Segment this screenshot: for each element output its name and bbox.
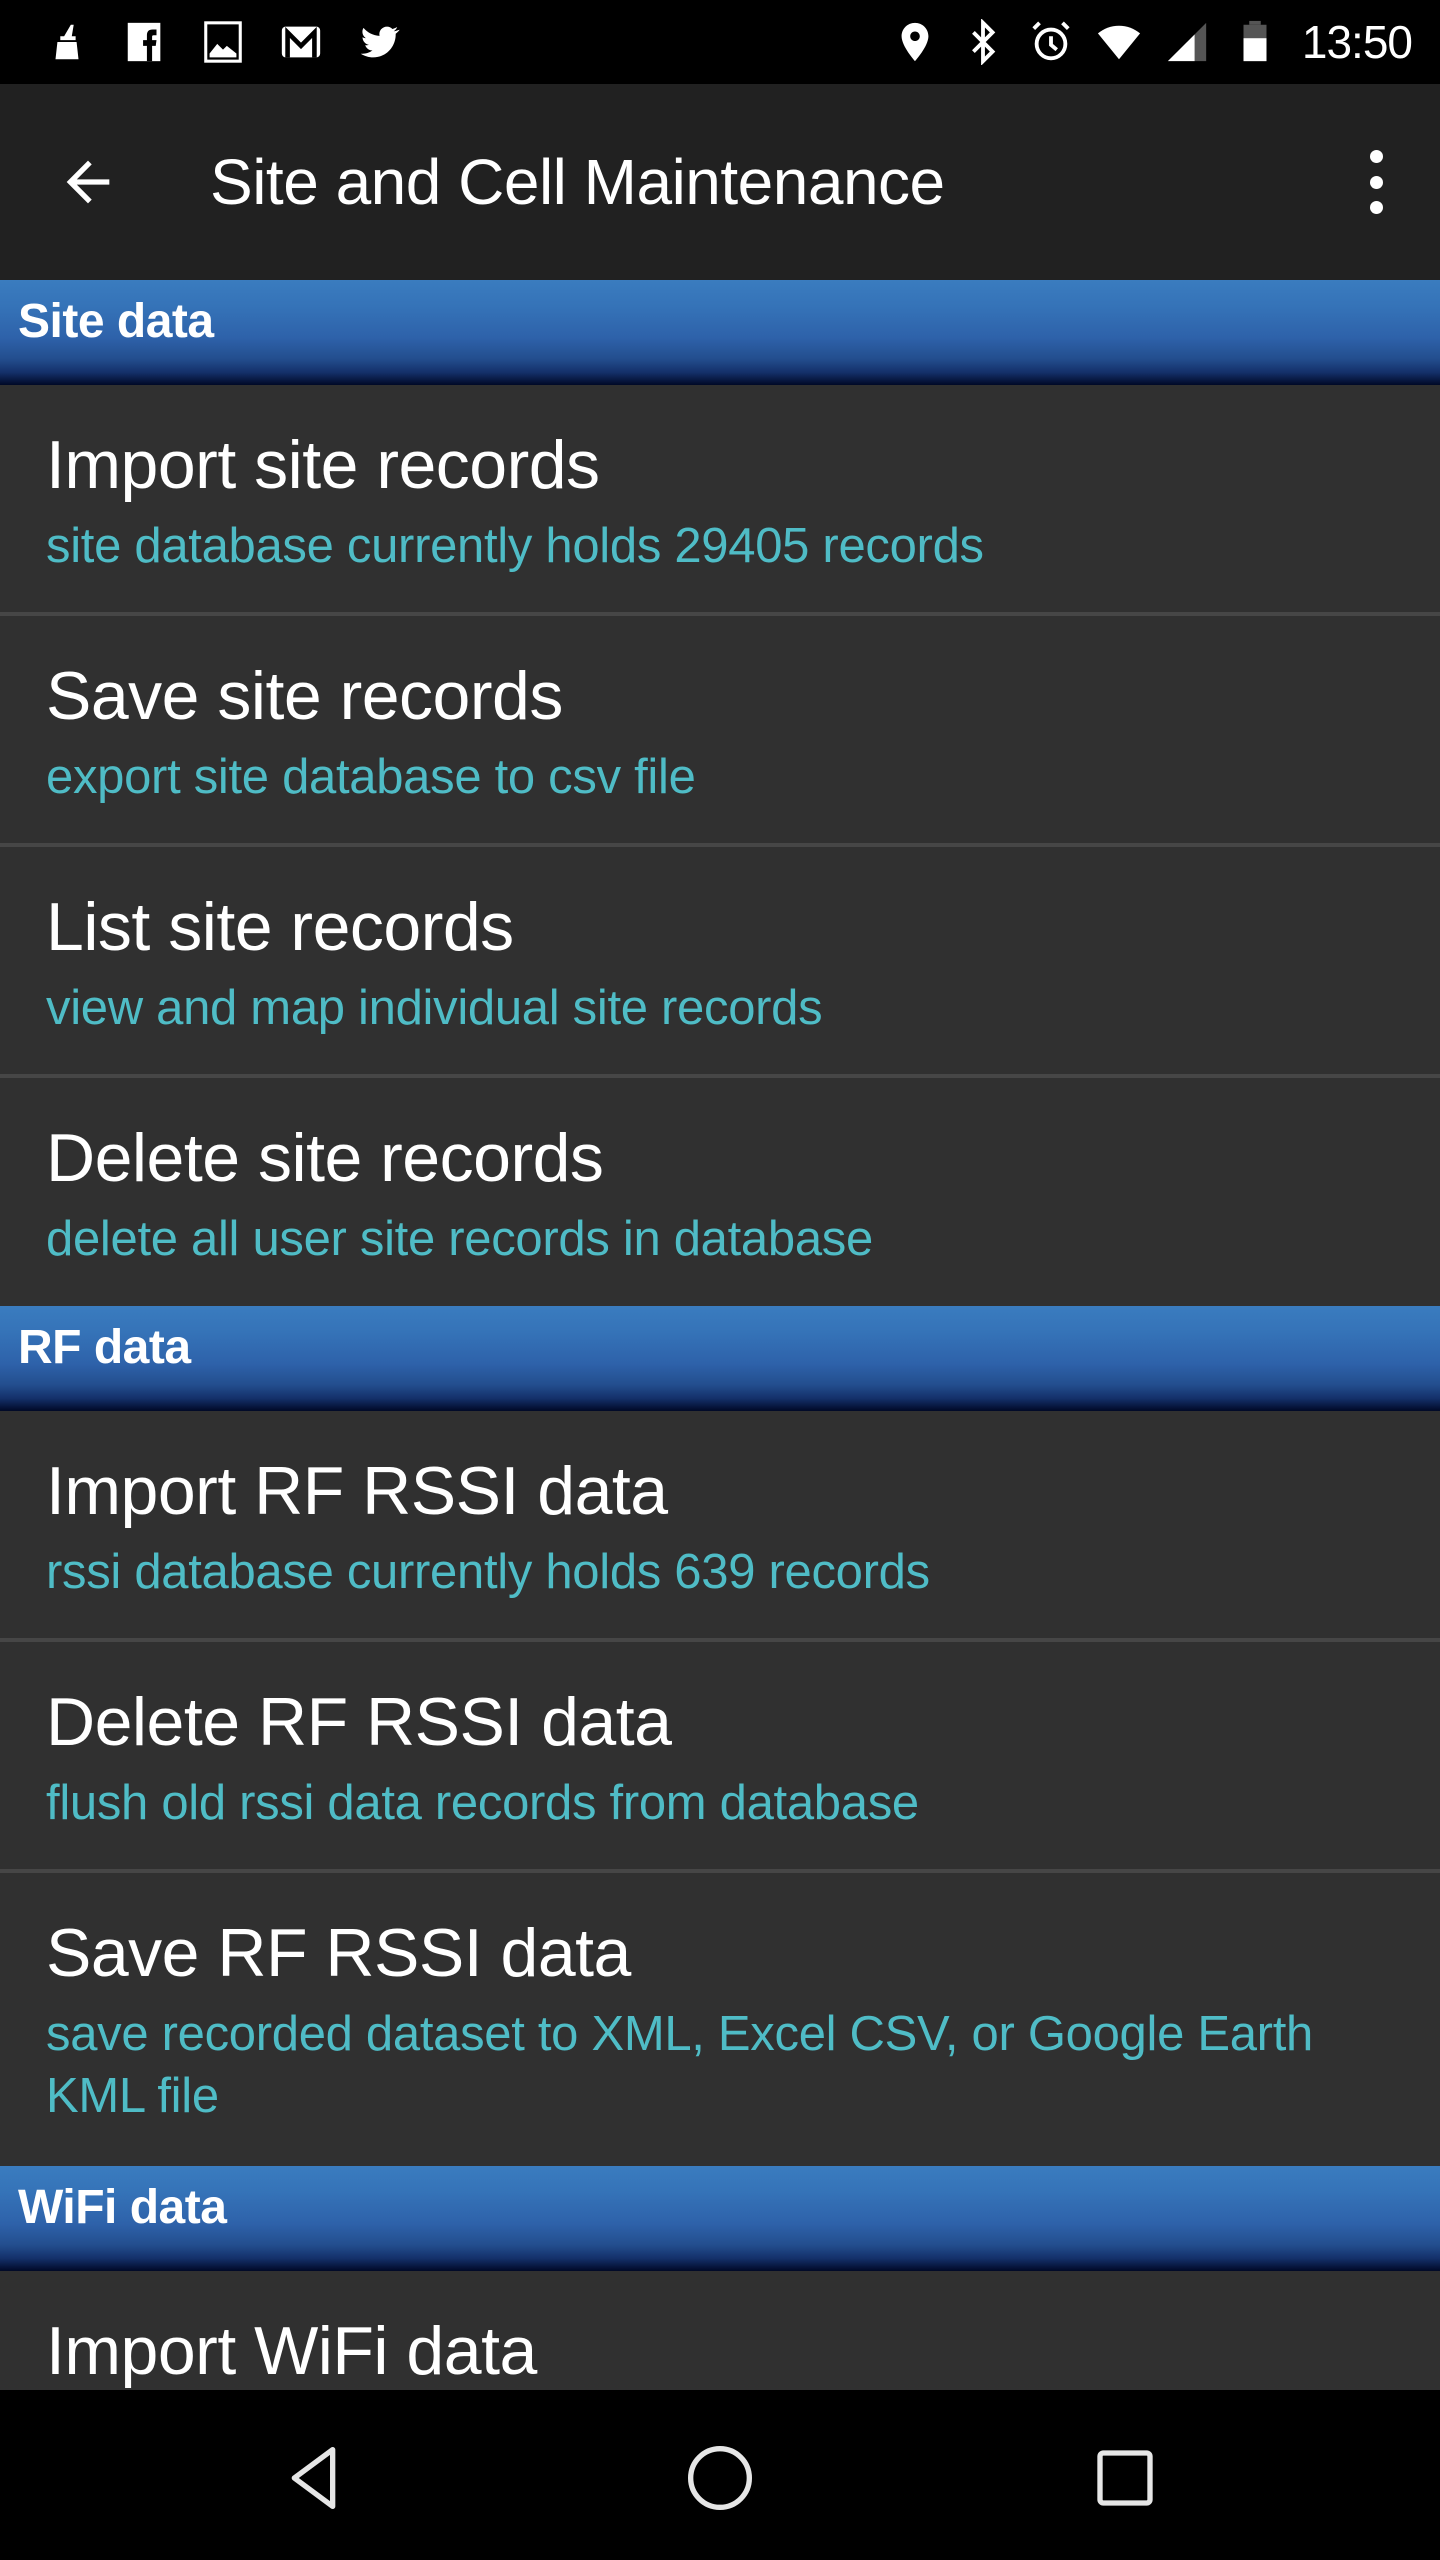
nav-back-button[interactable] (276, 2438, 356, 2518)
screen: 13:50 Site and Cell Maintenance Site dat… (0, 0, 1440, 2560)
item-title: Import WiFi data (46, 2313, 537, 2389)
navigation-bar (0, 2390, 1440, 2560)
delete-site-records-item[interactable]: Delete site records delete all user site… (0, 1078, 1440, 1306)
item-subtitle: delete all user site records in database (46, 1212, 873, 1266)
cleaner-broom-icon (44, 19, 90, 65)
item-subtitle: view and map individual site records (46, 981, 823, 1035)
nav-home-button[interactable] (680, 2438, 760, 2518)
preference-list[interactable]: Site data Import site records site datab… (0, 280, 1440, 2390)
section-header-site-data: Site data (0, 280, 1440, 385)
arrow-back-icon (66, 160, 110, 204)
item-subtitle: export site database to csv file (46, 750, 696, 804)
import-site-records-item[interactable]: Import site records site database curren… (0, 385, 1440, 616)
item-subtitle: save recorded dataset to XML, Excel CSV,… (46, 2007, 1313, 2123)
section-title: Site data (18, 295, 214, 348)
import-rf-rssi-data-item[interactable]: Import RF RSSI data rssi database curren… (0, 1411, 1440, 1642)
wifi-icon (1096, 19, 1142, 65)
gmail-icon (278, 19, 324, 65)
alarm-clock-icon (1028, 19, 1074, 65)
item-title: Delete site records (46, 1120, 604, 1196)
notification-icons (44, 19, 434, 65)
nav-recents-button[interactable] (1085, 2438, 1165, 2518)
location-pin-icon (892, 19, 938, 65)
app-bar: Site and Cell Maintenance (0, 84, 1440, 280)
save-rf-rssi-data-item[interactable]: Save RF RSSI data save recorded dataset … (0, 1873, 1440, 2166)
nav-recents-icon (1097, 2450, 1153, 2506)
cell-signal-icon (1164, 19, 1210, 65)
save-site-records-item[interactable]: Save site records export site database t… (0, 616, 1440, 847)
facebook-icon (122, 19, 168, 65)
section-title: WiFi data (18, 2181, 227, 2234)
item-title: Save RF RSSI data (46, 1915, 631, 1991)
item-title: Delete RF RSSI data (46, 1684, 672, 1760)
status-time: 13:50 (1301, 16, 1413, 68)
back-button[interactable] (56, 150, 120, 214)
nav-home-icon (687, 2445, 753, 2511)
gallery-image-icon (200, 19, 246, 65)
item-subtitle: flush old rssi data records from databas… (46, 1776, 919, 1830)
section-header-wifi-data: WiFi data (0, 2166, 1440, 2271)
item-subtitle: rssi database currently holds 639 record… (46, 1545, 930, 1599)
item-title: List site records (46, 889, 514, 965)
more-vert-icon (1369, 150, 1383, 163)
system-icons: 13:50 (870, 15, 1413, 69)
overflow-menu-button[interactable] (1352, 146, 1400, 218)
item-subtitle: site database currently holds 29405 reco… (46, 519, 984, 573)
nav-back-icon (291, 2447, 336, 2509)
item-title: Import RF RSSI data (46, 1453, 668, 1529)
delete-rf-rssi-data-item[interactable]: Delete RF RSSI data flush old rssi data … (0, 1642, 1440, 1873)
page-title: Site and Cell Maintenance (210, 146, 945, 218)
list-site-records-item[interactable]: List site records view and map individua… (0, 847, 1440, 1078)
section-title: RF data (18, 1321, 191, 1374)
item-title: Save site records (46, 658, 563, 734)
item-title: Import site records (46, 427, 600, 503)
battery-icon (1232, 19, 1278, 65)
section-header-rf-data: RF data (0, 1306, 1440, 1411)
status-bar: 13:50 (0, 0, 1440, 84)
bluetooth-icon (960, 19, 1006, 65)
twitter-icon (356, 19, 402, 65)
import-wifi-data-item[interactable]: Import WiFi data (0, 2271, 1440, 2390)
